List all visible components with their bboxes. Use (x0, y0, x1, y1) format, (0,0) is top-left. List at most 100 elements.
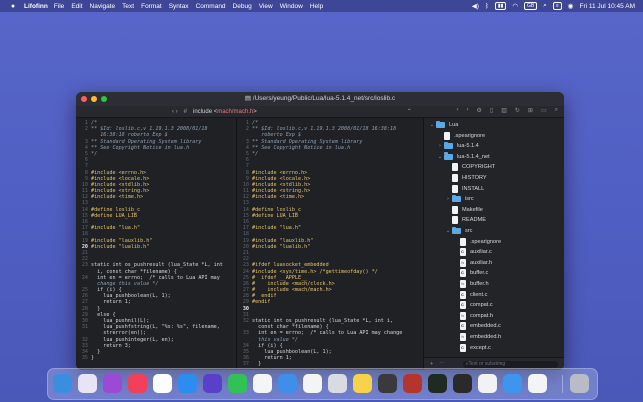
siri-icon[interactable]: ◉ (568, 2, 574, 10)
menu-item-syntax[interactable]: Syntax (169, 3, 189, 10)
menu-item-edit[interactable]: Edit (71, 3, 82, 10)
menu-item-file[interactable]: File (54, 3, 64, 10)
disclosure-chevron-icon[interactable]: › (436, 143, 444, 149)
file-tree-item[interactable]: auxiliar.h (424, 258, 492, 268)
file-tree-item[interactable]: ⌄ lua-5.1.4_net (424, 152, 490, 162)
nav-back-icon[interactable]: ‹ (457, 107, 459, 114)
lifofinn-icon[interactable] (528, 374, 547, 393)
file-tree-item[interactable]: ⌄ src (424, 226, 472, 236)
file-tree-item[interactable]: compat.c (424, 300, 493, 310)
dictionary-icon[interactable] (403, 374, 422, 393)
menu-clock[interactable]: Fri 11 Jul 10:45 AM (579, 3, 635, 10)
notes-icon[interactable] (353, 374, 372, 393)
file-tree-item[interactable]: except.c (424, 343, 491, 353)
disclosure-chevron-icon[interactable]: ⌄ (436, 154, 444, 160)
editor-pane-left[interactable]: 1/* 2 ** $Id: loslib.c,v 1.19.1.3 2008/01/… (76, 118, 237, 370)
file-tree-item[interactable]: INSTALL (424, 184, 484, 194)
facetime-icon[interactable] (228, 374, 247, 393)
file-tree-label: auxiliar.c (470, 249, 492, 256)
search-icon[interactable]: ⌕ (555, 107, 558, 114)
textedit-icon[interactable] (478, 374, 497, 393)
file-tree-label: INSTALL (462, 185, 485, 192)
trash-icon[interactable] (570, 374, 589, 393)
file-tree-item[interactable]: › lua-5.1.4 (424, 141, 479, 151)
menu-item-text[interactable]: Text (122, 3, 134, 10)
crumb-prefix: include < (193, 108, 218, 115)
file-tree-label: src (465, 228, 473, 234)
keynote-icon[interactable] (278, 374, 297, 393)
finder-icon[interactable] (53, 374, 72, 393)
nav-back-forward[interactable]: ‹ › (172, 109, 178, 115)
sidebar-toggle-icon[interactable]: ▯ (490, 107, 493, 114)
launchpad-icon[interactable] (78, 374, 97, 393)
panel-icon[interactable]: ▭ (541, 107, 547, 114)
add-icon[interactable]: + (430, 361, 433, 367)
document-icon (460, 237, 466, 246)
bluetooth-icon[interactable]: ᛒ (485, 3, 489, 10)
symbol-breadcrumb[interactable]: include <mach/mach.h> (193, 109, 257, 115)
volume-icon[interactable]: ◀) (472, 2, 479, 10)
calendar-icon[interactable] (153, 374, 172, 393)
inspector-icon[interactable]: ⊞ (528, 107, 533, 114)
file-tree-item[interactable]: HISTORY (424, 173, 487, 183)
refresh-icon[interactable]: ↻ (515, 107, 520, 114)
symbol-hash-icon: # (183, 108, 188, 115)
document-icon (452, 174, 458, 182)
preview-icon[interactable] (328, 374, 347, 393)
editor-pane-right[interactable]: 1/* 2 ** $Id: loslib.c,v 1.19.1.3 2008/01/… (237, 118, 424, 370)
symbol-popup-chevron[interactable]: ⌃ (407, 108, 412, 115)
window-title-text: /Users/yeung/Public/Lua/lua-5.1.4_net/sr… (252, 95, 396, 102)
menu-item-format[interactable]: Format (141, 3, 162, 10)
menu-item-window[interactable]: Window (280, 3, 303, 10)
input-source-badge[interactable]: GB (524, 2, 538, 10)
folder-icon (452, 226, 461, 234)
file-tree-item[interactable]: embedded.c (424, 321, 501, 331)
crumb-tag: mach/mach.h (217, 108, 254, 115)
menu-item-navigate[interactable]: Navigate (90, 3, 116, 10)
disclosure-chevron-icon[interactable]: ⌄ (428, 122, 436, 128)
terminal-icon[interactable] (453, 374, 472, 393)
menu-item-help[interactable]: Help (310, 3, 323, 10)
file-tree-item[interactable]: client.c (424, 290, 487, 300)
menu-bar: ● Lifofinn File Edit Navigate Text Format Syn… (0, 0, 643, 12)
file-tree-item[interactable]: README (424, 215, 486, 225)
split-view-icon[interactable]: ▥ (501, 107, 507, 114)
file-tree-item[interactable]: .spearignore (424, 131, 485, 141)
file-tree-item[interactable]: COPYRIGHT (424, 162, 495, 172)
apple-menu-icon[interactable]: ● (8, 3, 18, 10)
nav-forward-icon[interactable]: › (467, 107, 469, 114)
menu-app-name[interactable]: Lifofinn (24, 3, 48, 10)
podcasts-icon[interactable] (103, 374, 122, 393)
file-tree-label: compat.c (470, 302, 493, 309)
disclosure-chevron-icon[interactable]: ⌄ (444, 228, 452, 234)
superstar-icon[interactable] (203, 374, 222, 393)
file-tree-label: auxiliar.h (470, 259, 493, 266)
app-store-icon[interactable] (178, 374, 197, 393)
activity-monitor-icon[interactable] (428, 374, 447, 393)
menu-item-debug[interactable]: Debug (233, 3, 252, 10)
more-icon[interactable]: ⋯ (439, 361, 445, 367)
control-center-icon[interactable]: ≡ (552, 2, 562, 10)
wifi-icon[interactable]: ◠ (512, 2, 518, 10)
pages-icon[interactable] (303, 374, 322, 393)
battery-icon[interactable]: ▮▮ (494, 2, 507, 10)
file-tree-item[interactable]: ⌄ Lua (424, 120, 458, 130)
file-tree-item[interactable]: auxiliar.c (424, 247, 492, 257)
file-tree-item[interactable]: buffer.c (424, 268, 488, 278)
disclosure-chevron-icon[interactable]: › (444, 196, 452, 202)
music-icon[interactable] (128, 374, 147, 393)
file-tree-item[interactable]: compat.h (424, 311, 493, 321)
file-tree-item[interactable]: embedded.h (424, 332, 501, 342)
search-icon[interactable]: ⌕ (543, 2, 547, 10)
settings-icon[interactable]: ⚙ (477, 107, 482, 114)
calculator-icon[interactable] (378, 374, 397, 393)
file-tree-item[interactable]: buffer.h (424, 279, 489, 289)
safari-icon[interactable] (503, 374, 522, 393)
file-tree-item[interactable]: .spearignore (424, 237, 501, 247)
file-tree-item[interactable]: › isrc (424, 194, 474, 204)
file-tree-item[interactable]: Makefile (424, 205, 483, 215)
menu-item-view[interactable]: View (259, 3, 273, 10)
photos-icon[interactable] (253, 374, 272, 393)
filter-input[interactable]: ⌕ Text or substring (462, 360, 558, 368)
menu-item-command[interactable]: Command (196, 3, 226, 10)
